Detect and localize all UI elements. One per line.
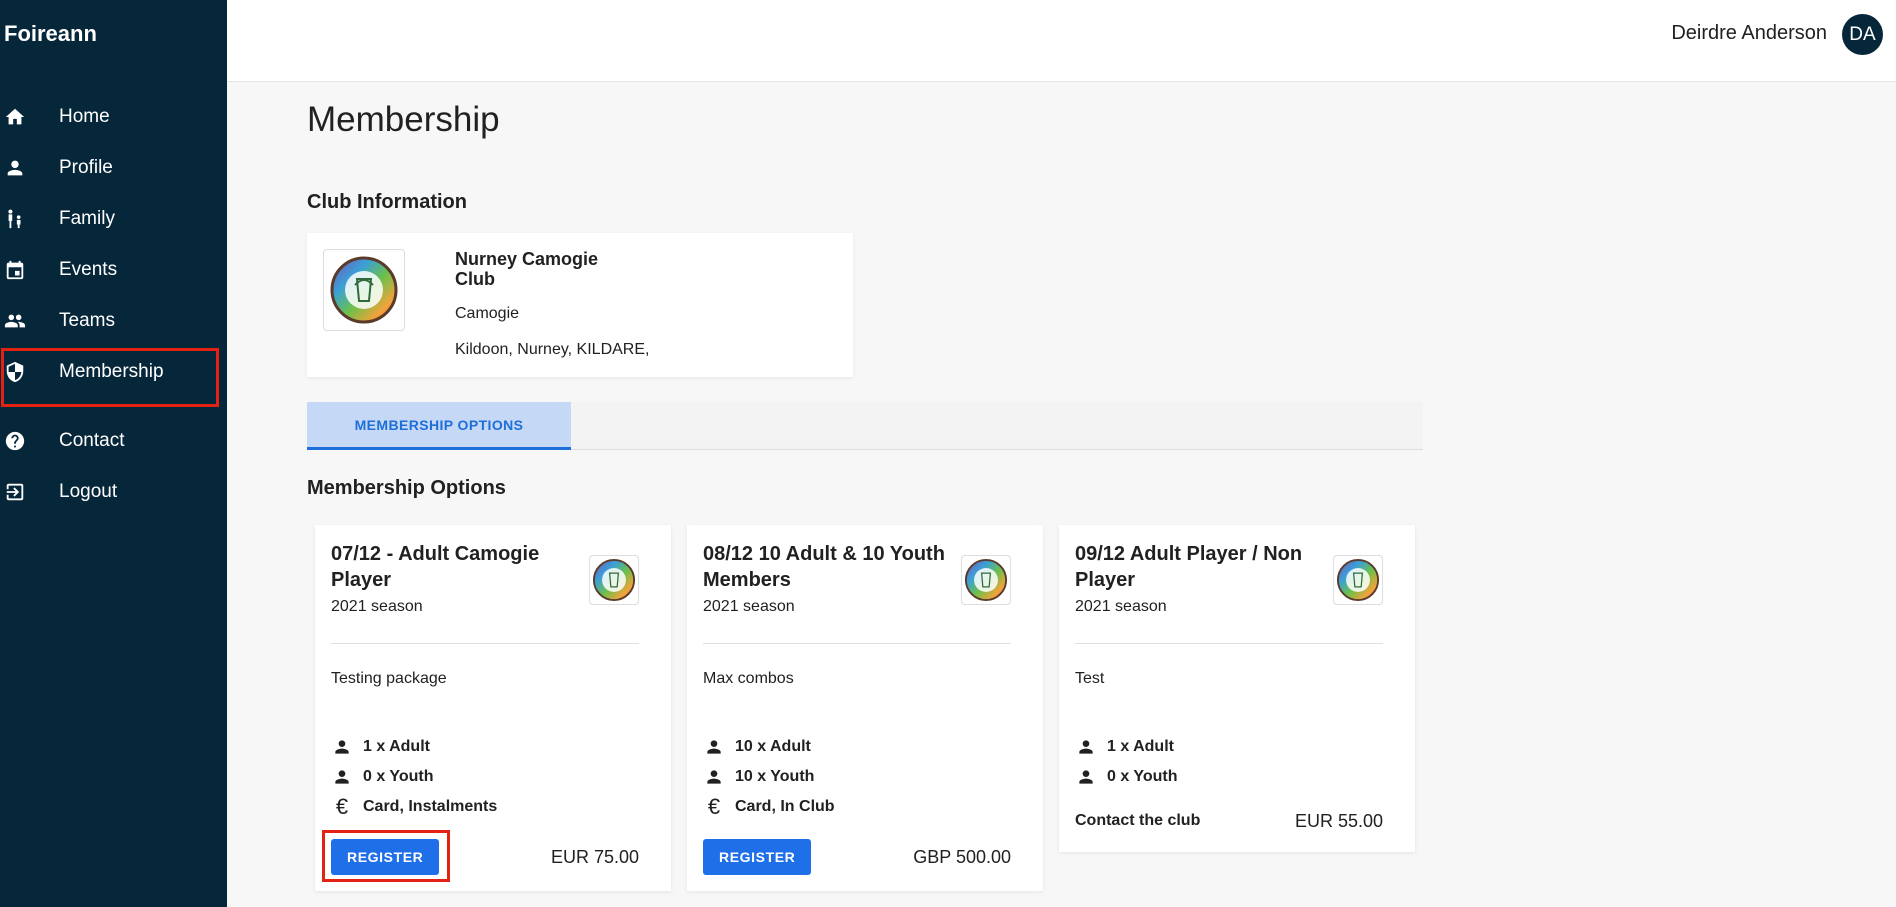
sidebar-item-profile[interactable]: Profile — [0, 143, 227, 193]
option-adult-count: 10 x Adult — [703, 736, 811, 758]
home-icon — [4, 106, 26, 128]
option-payment-label: Card, Instalments — [363, 798, 498, 815]
club-name: Nurney Camogie Club — [455, 249, 599, 289]
person-icon — [1075, 736, 1097, 758]
tabs-bar: MEMBERSHIP OPTIONS — [307, 402, 1423, 450]
user-name[interactable]: Deirdre Anderson — [1671, 22, 1827, 45]
option-adult-count: 1 x Adult — [1075, 736, 1174, 758]
logout-icon — [4, 481, 26, 503]
club-sport: Camogie — [455, 305, 520, 322]
calendar-icon — [4, 259, 26, 281]
sidebar-item-label: Family — [59, 208, 115, 229]
option-club-logo — [589, 555, 639, 605]
person-icon — [331, 766, 353, 788]
club-logo — [323, 249, 405, 331]
option-youth-count: 0 x Youth — [1075, 766, 1178, 788]
option-adult-label: 1 x Adult — [1107, 738, 1174, 755]
sidebar-item-label: Membership — [59, 361, 164, 382]
contact-club-text: Contact the club — [1075, 812, 1201, 829]
sidebar-item-teams[interactable]: Teams — [0, 296, 227, 346]
sidebar-item-family[interactable]: Family — [0, 194, 227, 244]
membership-option-card: 08/12 10 Adult & 10 Youth Members 2021 s… — [687, 525, 1043, 891]
sidebar-item-membership[interactable]: Membership — [0, 347, 227, 397]
option-title: 08/12 10 Adult & 10 Youth Members — [703, 543, 945, 591]
sidebar-item-label: Profile — [59, 157, 113, 178]
option-price: EUR 55.00 — [1294, 811, 1383, 831]
option-payment-methods: € Card, Instalments — [331, 796, 497, 818]
membership-options-heading: Membership Options — [307, 477, 506, 499]
brand-logo-text[interactable]: Foireann — [4, 21, 97, 47]
option-description: Testing package — [331, 670, 447, 687]
shield-icon — [4, 361, 26, 383]
sidebar-item-logout[interactable]: Logout — [0, 467, 227, 517]
register-button[interactable]: REGISTER — [703, 839, 812, 875]
sidebar-item-home[interactable]: Home — [0, 92, 227, 142]
club-info-card: Nurney Camogie Club Camogie Kildoon, Nur… — [307, 233, 853, 377]
page-title: Membership — [307, 100, 500, 139]
option-season: 2021 season — [331, 598, 423, 615]
option-title: 09/12 Adult Player / Non Player — [1075, 543, 1303, 591]
divider — [331, 643, 639, 644]
euro-icon: € — [335, 794, 349, 819]
option-description: Test — [1075, 670, 1105, 687]
sidebar-item-label: Home — [59, 106, 110, 127]
option-season: 2021 season — [703, 598, 795, 615]
person-icon — [1075, 766, 1097, 788]
sidebar-item-label: Teams — [59, 310, 115, 331]
option-title: 07/12 - Adult Camogie Player — [331, 543, 540, 591]
option-season: 2021 season — [1075, 598, 1167, 615]
membership-option-card: 09/12 Adult Player / Non Player 2021 sea… — [1059, 525, 1415, 852]
tab-membership-options[interactable]: MEMBERSHIP OPTIONS — [307, 402, 571, 450]
register-button[interactable]: REGISTER — [331, 839, 440, 875]
club-address: Kildoon, Nurney, KILDARE, — [455, 341, 650, 358]
person-icon — [703, 766, 725, 788]
group-icon — [4, 310, 26, 332]
sidebar-item-label: Logout — [59, 481, 118, 502]
option-adult-label: 10 x Adult — [735, 738, 811, 755]
sidebar-item-label: Events — [59, 259, 118, 280]
option-price: EUR 75.00 — [550, 847, 639, 867]
family-icon — [4, 208, 26, 230]
sidebar-item-label: Contact — [59, 430, 125, 451]
club-crest-icon — [330, 256, 398, 324]
option-price: GBP 500.00 — [913, 847, 1011, 867]
club-crest-icon — [1336, 558, 1380, 602]
option-club-logo — [961, 555, 1011, 605]
person-icon — [4, 157, 26, 179]
option-youth-label: 10 x Youth — [735, 768, 815, 785]
membership-option-card: 07/12 - Adult Camogie Player 2021 season… — [315, 525, 671, 891]
option-description: Max combos — [703, 670, 794, 687]
euro-icon: € — [707, 794, 721, 819]
top-bar: Deirdre Anderson DA — [227, 0, 1896, 82]
option-youth-label: 0 x Youth — [363, 768, 434, 785]
person-icon — [331, 736, 353, 758]
option-adult-count: 1 x Adult — [331, 736, 430, 758]
club-crest-icon — [592, 558, 636, 602]
sidebar-item-contact[interactable]: Contact — [0, 416, 227, 466]
option-payment-label: Card, In Club — [735, 798, 835, 815]
option-adult-label: 1 x Adult — [363, 738, 430, 755]
divider — [1075, 643, 1383, 644]
option-club-logo — [1333, 555, 1383, 605]
option-youth-label: 0 x Youth — [1107, 768, 1178, 785]
sidebar: Foireann Home Profile Family Events Team… — [0, 0, 227, 907]
person-icon — [703, 736, 725, 758]
option-payment-methods: € Card, In Club — [703, 796, 835, 818]
avatar[interactable]: DA — [1842, 14, 1883, 55]
club-crest-icon — [964, 558, 1008, 602]
help-icon — [4, 430, 26, 452]
club-info-heading: Club Information — [307, 191, 467, 213]
sidebar-item-events[interactable]: Events — [0, 245, 227, 295]
option-youth-count: 0 x Youth — [331, 766, 434, 788]
divider — [703, 643, 1011, 644]
option-youth-count: 10 x Youth — [703, 766, 814, 788]
